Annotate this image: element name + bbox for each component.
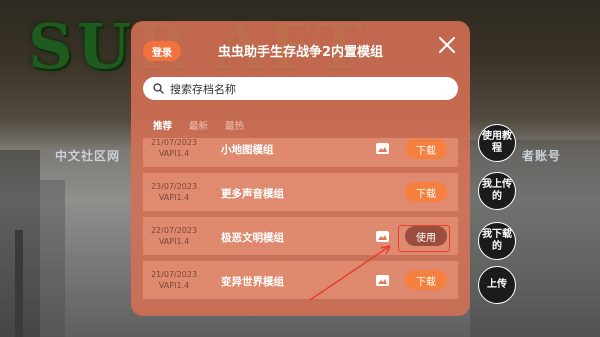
row-date: 21/07/2023 bbox=[150, 270, 198, 279]
list-item[interactable]: 21/07/2023 VAPI1.4 小地图模组 下载 bbox=[143, 138, 458, 167]
row-date: 23/07/2023 bbox=[150, 182, 198, 191]
tab-bar: 推荐 最新 最热 bbox=[153, 118, 244, 132]
tutorial-button[interactable]: 使用教程 bbox=[478, 124, 516, 162]
download-button[interactable]: 下载 bbox=[405, 270, 447, 290]
search-input[interactable]: 搜索存档名称 bbox=[143, 77, 458, 100]
list-item[interactable]: 21/07/2023 VAPI1.4 变异世界模组 下载 bbox=[143, 261, 458, 299]
tab-hottest[interactable]: 最热 bbox=[225, 118, 244, 132]
my-uploads-button[interactable]: 我上传的 bbox=[478, 172, 516, 210]
background-subtitle-right: 者账号 bbox=[522, 149, 562, 163]
tab-recommended[interactable]: 推荐 bbox=[153, 118, 172, 132]
tab-latest[interactable]: 最新 bbox=[189, 118, 208, 132]
row-date: 21/07/2023 bbox=[150, 138, 198, 147]
my-downloads-button[interactable]: 我下载的 bbox=[478, 222, 516, 260]
background-subtitle-left: 中文社区网 bbox=[55, 149, 121, 163]
row-version: VAPI1.4 bbox=[158, 193, 190, 202]
download-button[interactable]: 下载 bbox=[405, 139, 447, 159]
row-name: 变异世界模组 bbox=[221, 276, 284, 288]
highlight-box bbox=[398, 225, 450, 252]
upload-button[interactable]: 上传 bbox=[478, 266, 516, 304]
dialog-title: 虫虫助手生存战争2内置模组 bbox=[217, 45, 384, 60]
row-version: VAPI1.4 bbox=[158, 149, 190, 158]
image-icon[interactable] bbox=[376, 275, 389, 286]
row-name: 小地图模组 bbox=[221, 144, 274, 156]
image-icon[interactable] bbox=[376, 143, 389, 154]
list-item[interactable]: 23/07/2023 VAPI1.4 更多声音模组 下载 bbox=[143, 173, 458, 211]
row-name: 更多声音模组 bbox=[221, 188, 284, 200]
mod-dialog: 登录 虫虫助手生存战争2内置模组 搜索存档名称 推荐 最新 最热 21/07/2… bbox=[131, 21, 470, 316]
row-version: VAPI1.4 bbox=[158, 237, 190, 246]
search-placeholder: 搜索存档名称 bbox=[170, 82, 236, 96]
row-date: 22/07/2023 bbox=[150, 226, 198, 235]
row-name: 极恶文明模组 bbox=[221, 232, 284, 244]
image-icon[interactable] bbox=[376, 231, 389, 242]
row-version: VAPI1.4 bbox=[158, 281, 190, 290]
download-button[interactable]: 下载 bbox=[405, 182, 447, 202]
close-icon[interactable] bbox=[438, 36, 456, 54]
search-icon bbox=[153, 83, 164, 94]
